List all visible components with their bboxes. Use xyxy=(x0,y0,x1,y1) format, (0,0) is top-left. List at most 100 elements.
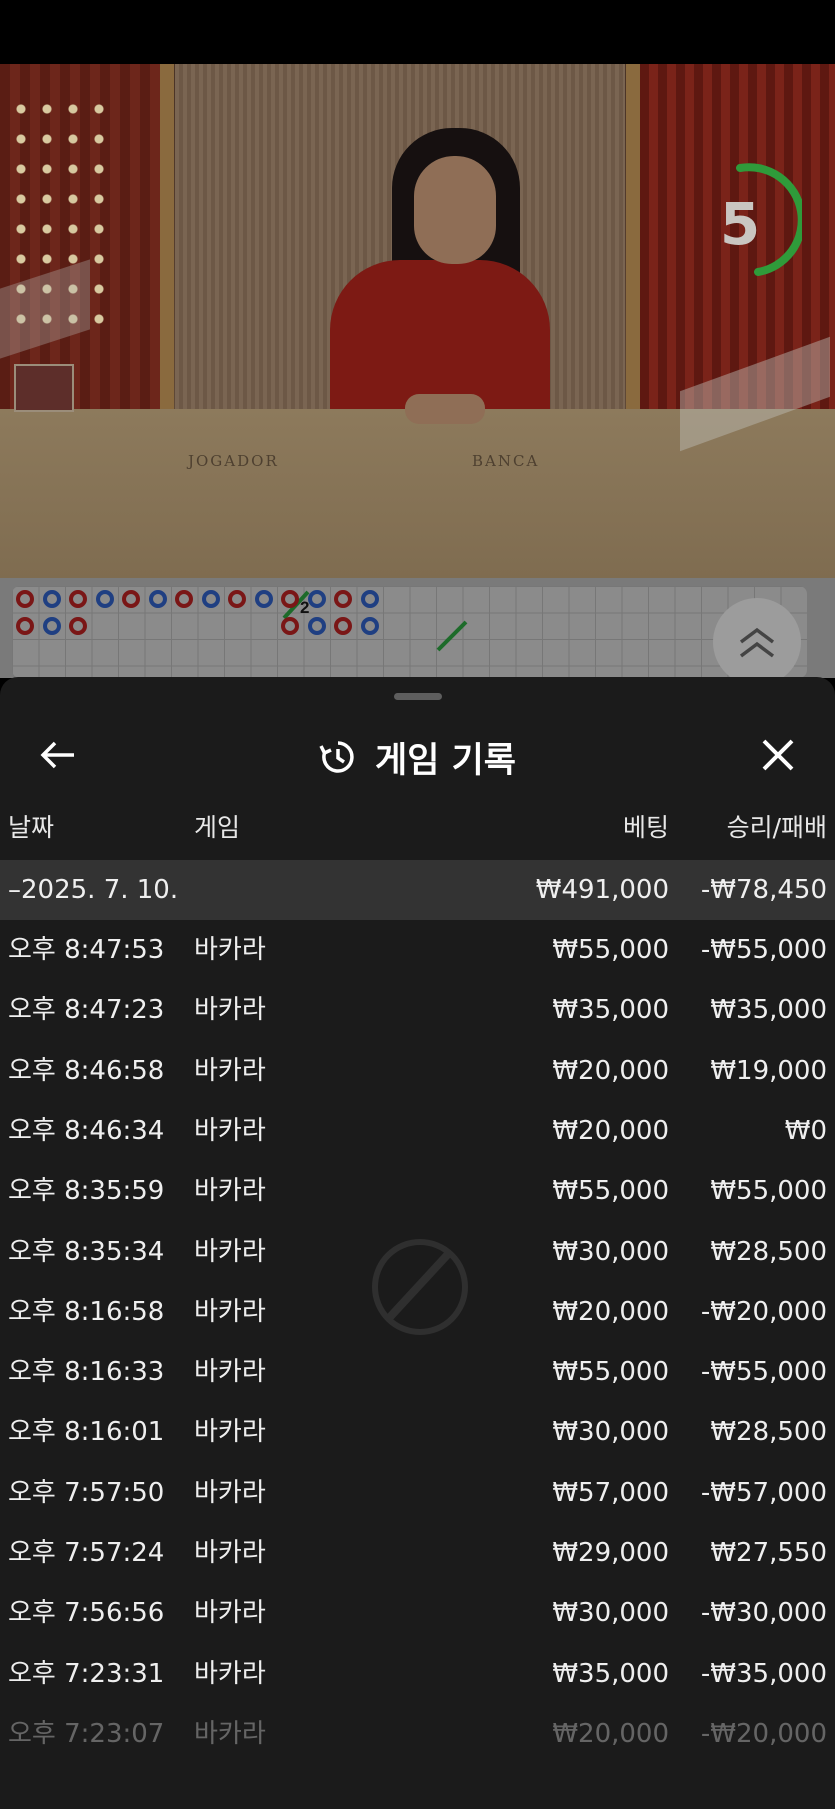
history-row-time: 오후 8:47:53 xyxy=(8,935,165,965)
history-row-winloss: ₩28,500 xyxy=(710,1236,827,1267)
history-row-game: 바카라 xyxy=(194,1538,266,1568)
history-row[interactable]: 오후 7:23:07 바카라 ₩20,000 -₩20,000 xyxy=(0,1704,835,1764)
history-row[interactable]: 오후 7:23:31 바카라 ₩35,000 -₩35,000 xyxy=(0,1644,835,1704)
history-row-game: 바카라 xyxy=(194,1236,266,1267)
history-row-bet: ₩35,000 xyxy=(552,1658,669,1689)
history-row-bet: ₩29,000 xyxy=(552,1538,669,1568)
bead-banker xyxy=(334,590,352,608)
close-button[interactable] xyxy=(754,731,802,779)
history-row-winloss: -₩57,000 xyxy=(700,1477,827,1508)
bead-player xyxy=(42,590,61,608)
history-row-winloss: -₩20,000 xyxy=(700,1296,827,1327)
history-row-game: 바카라 xyxy=(194,1055,266,1086)
back-button[interactable] xyxy=(34,731,82,779)
bead-player xyxy=(307,590,326,608)
bead-player xyxy=(254,590,273,608)
history-row[interactable]: 오후 8:35:59 바카라 ₩55,000 ₩55,000 xyxy=(0,1161,835,1221)
date-group-winloss-total: -₩78,450 xyxy=(700,875,827,905)
sheet-title: 게임 기록 xyxy=(375,740,516,781)
bead-banker xyxy=(334,616,352,635)
drag-handle[interactable] xyxy=(394,693,442,700)
live-video-feed: JOGADOR BANCA 5 xyxy=(0,64,835,578)
game-history-sheet: 게임 기록 날짜 게임 베팅 승리/패배 –2025. 7. 10. ₩491,… xyxy=(0,677,835,1809)
history-row-winloss: -₩35,000 xyxy=(700,1658,827,1689)
history-row-winloss: ₩55,000 xyxy=(710,1176,827,1207)
dealer-face xyxy=(414,156,496,264)
history-row-time: 오후 8:35:34 xyxy=(8,1236,165,1267)
history-row-time: 오후 7:57:50 xyxy=(8,1477,165,1508)
history-row-game: 바카라 xyxy=(194,1718,266,1749)
history-row[interactable]: 오후 8:47:53 바카라 ₩55,000 -₩55,000 xyxy=(0,920,835,980)
history-row[interactable]: 오후 8:16:01 바카라 ₩30,000 ₩28,500 xyxy=(0,1402,835,1462)
history-row-bet: ₩30,000 xyxy=(552,1598,669,1629)
history-row-time: 오후 8:16:58 xyxy=(8,1296,165,1327)
history-row-game: 바카라 xyxy=(194,1296,266,1327)
history-row-time: 오후 8:46:58 xyxy=(8,1055,165,1086)
bead-banker xyxy=(69,616,87,635)
history-row-time: 오후 8:16:33 xyxy=(8,1357,165,1388)
history-row-time: 오후 7:57:24 xyxy=(8,1538,165,1568)
date-group-bet-total: ₩491,000 xyxy=(535,875,669,905)
arrow-left-icon xyxy=(40,741,74,769)
bead-banker xyxy=(281,616,299,635)
watermark-logo-icon xyxy=(372,1239,468,1335)
column-header-date: 날짜 xyxy=(8,813,55,842)
history-row-winloss: ₩28,500 xyxy=(710,1417,827,1448)
expand-roadmap-button[interactable] xyxy=(713,598,801,686)
history-row-game: 바카라 xyxy=(194,995,266,1026)
history-row-winloss: ₩19,000 xyxy=(710,1055,827,1086)
date-group-label: –2025. 7. 10. xyxy=(8,875,179,905)
bead-banker xyxy=(16,616,34,635)
history-row-game: 바카라 xyxy=(194,1658,266,1689)
bead-banker xyxy=(281,590,299,608)
history-row[interactable]: 오후 7:56:56 바카라 ₩30,000 -₩30,000 xyxy=(0,1583,835,1643)
history-icon xyxy=(319,741,354,773)
history-row[interactable]: 오후 8:47:23 바카라 ₩35,000 ₩35,000 xyxy=(0,980,835,1040)
double-chevron-up-icon xyxy=(739,627,775,658)
history-row-bet: ₩35,000 xyxy=(552,995,669,1026)
history-row[interactable]: 오후 8:46:58 바카라 ₩20,000 ₩19,000 xyxy=(0,1041,835,1101)
history-row[interactable]: 오후 7:57:50 바카라 ₩57,000 -₩57,000 xyxy=(0,1463,835,1523)
history-row[interactable]: 오후 7:57:24 바카라 ₩29,000 ₩27,550 xyxy=(0,1523,835,1583)
bead-banker xyxy=(228,590,246,608)
bead-road-grid: 2 xyxy=(12,586,807,678)
bead-banker xyxy=(122,590,140,608)
table-label-banker: BANCA xyxy=(472,452,540,470)
column-header-winloss: 승리/패배 xyxy=(726,813,827,842)
history-row-time: 오후 7:23:07 xyxy=(8,1718,165,1749)
bead-player xyxy=(201,590,220,608)
timer-count: 5 xyxy=(719,190,761,258)
history-row-bet: ₩20,000 xyxy=(552,1115,669,1146)
card-stack xyxy=(14,364,74,412)
history-row-bet: ₩20,000 xyxy=(552,1718,669,1749)
history-row[interactable]: 오후 8:46:34 바카라 ₩20,000 ₩0 xyxy=(0,1101,835,1161)
history-row-bet: ₩20,000 xyxy=(552,1055,669,1086)
bead-banker xyxy=(175,590,193,608)
history-row-winloss: -₩30,000 xyxy=(700,1598,827,1629)
bead-player xyxy=(307,616,326,635)
table-label-player: JOGADOR xyxy=(188,452,279,470)
bead-banker xyxy=(69,590,87,608)
history-row-bet: ₩55,000 xyxy=(552,1176,669,1207)
history-row-time: 오후 8:46:34 xyxy=(8,1115,165,1146)
column-header-bet: 베팅 xyxy=(622,813,669,842)
history-row-winloss: -₩55,000 xyxy=(700,935,827,965)
history-row-winloss: ₩0 xyxy=(784,1115,827,1146)
bead-banker xyxy=(16,590,34,608)
bead-player xyxy=(360,590,379,608)
history-row-time: 오후 8:47:23 xyxy=(8,995,165,1026)
date-group-row[interactable]: –2025. 7. 10. ₩491,000 -₩78,450 xyxy=(0,860,835,920)
history-row-game: 바카라 xyxy=(194,1598,266,1629)
history-row-winloss: ₩27,550 xyxy=(710,1538,827,1568)
dealer-hands xyxy=(405,394,485,424)
history-row-time: 오후 8:35:59 xyxy=(8,1176,165,1207)
history-row-winloss: -₩55,000 xyxy=(700,1357,827,1388)
bead-player xyxy=(148,590,167,608)
history-row-winloss: -₩20,000 xyxy=(700,1718,827,1749)
history-row-time: 오후 8:16:01 xyxy=(8,1417,165,1448)
countdown-timer: 5 xyxy=(702,162,806,280)
bead-player xyxy=(42,616,61,635)
history-row-winloss: ₩35,000 xyxy=(710,995,827,1026)
history-row-game: 바카라 xyxy=(194,1477,266,1508)
history-row-game: 바카라 xyxy=(194,1115,266,1146)
